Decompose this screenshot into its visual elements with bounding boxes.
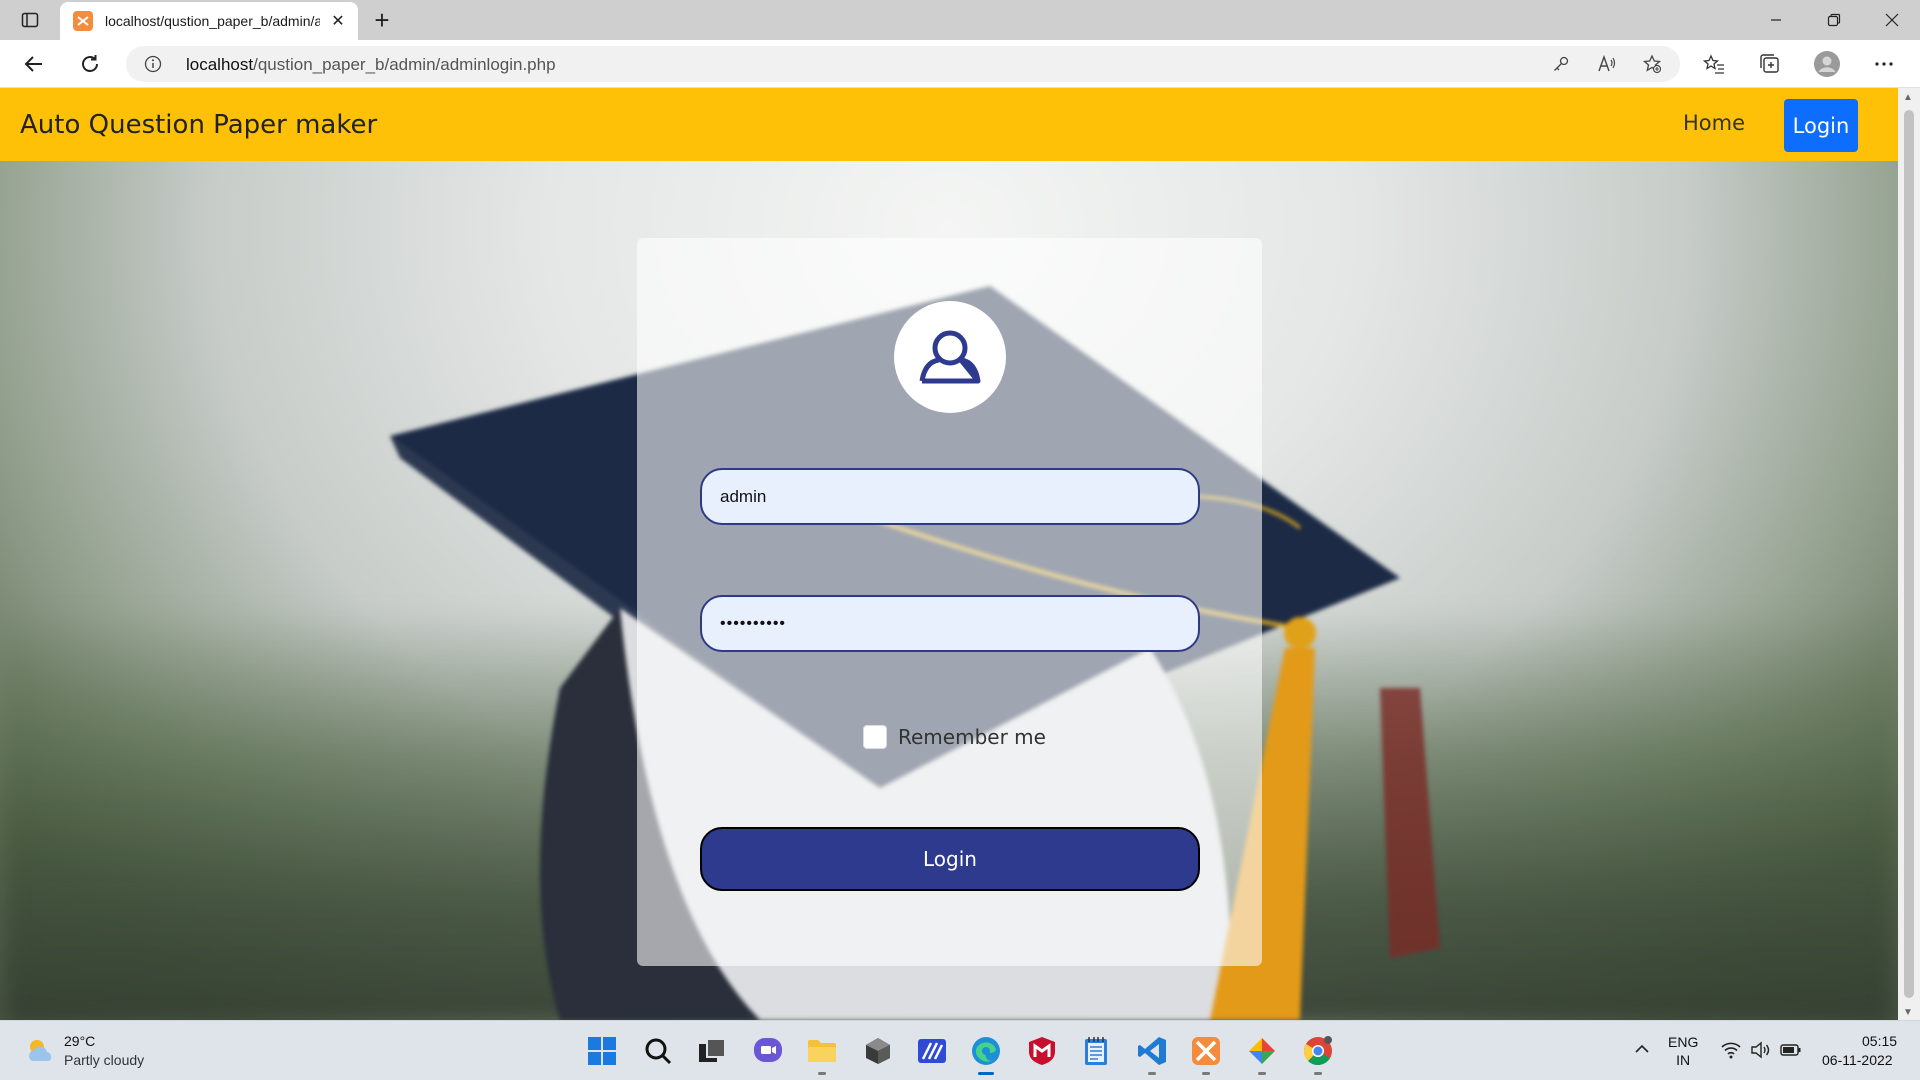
browser-tab-active[interactable]: localhost/qustion_paper_b/admin/adminlog…: [60, 2, 358, 40]
read-aloud-icon[interactable]: [1596, 53, 1618, 75]
tab-title: localhost/qustion_paper_b/admin/adminlog…: [105, 13, 320, 29]
close-tab-icon[interactable]: ✕: [328, 11, 348, 31]
browser-toolbar: localhost/qustion_paper_b/admin/adminlog…: [0, 40, 1920, 88]
favorites-icon[interactable]: [1700, 50, 1728, 78]
login-submit-button[interactable]: Login: [700, 827, 1200, 891]
vscode-icon[interactable]: [1134, 1033, 1170, 1075]
chevron-up-icon[interactable]: [1632, 1039, 1652, 1059]
weather-temperature[interactable]: 29°C: [64, 1033, 95, 1049]
weather-description[interactable]: Partly cloudy: [64, 1052, 144, 1068]
address-bar[interactable]: localhost/qustion_paper_b/admin/adminlog…: [126, 46, 1680, 82]
login-card: admin •••••••••• Remember me Login: [637, 238, 1262, 966]
close-window-icon[interactable]: [1864, 0, 1920, 40]
weather-partly-cloudy-icon[interactable]: [24, 1035, 56, 1067]
collections-icon[interactable]: [1756, 50, 1784, 78]
scroll-down-arrow-icon[interactable]: ▼: [1903, 1007, 1913, 1018]
site-navbar: Auto Question Paper maker Home Login: [0, 88, 1898, 161]
url-host: localhost: [186, 55, 254, 74]
xampp-icon[interactable]: [1188, 1033, 1224, 1075]
scroll-up-arrow-icon[interactable]: ▲: [1903, 92, 1913, 103]
back-icon[interactable]: [18, 48, 50, 80]
add-favorite-icon[interactable]: [1641, 53, 1663, 75]
language-region: IN: [1676, 1052, 1691, 1068]
remember-me-row: Remember me: [863, 725, 1046, 749]
more-options-icon[interactable]: [1870, 50, 1898, 78]
windows-taskbar: 29°C Partly cloudy ENG IN 05:15 06-11-20…: [0, 1020, 1920, 1080]
remember-me-checkbox[interactable]: [863, 725, 887, 749]
restore-icon[interactable]: [1806, 0, 1862, 40]
nav-home-link[interactable]: Home: [1683, 111, 1745, 135]
xampp-icon: [73, 11, 93, 31]
edge-icon[interactable]: [968, 1033, 1004, 1075]
running-indicator: [1258, 1072, 1266, 1075]
password-input[interactable]: ••••••••••: [700, 595, 1200, 652]
search-icon[interactable]: [640, 1033, 676, 1069]
refresh-icon[interactable]: [74, 48, 106, 80]
chrome-icon[interactable]: [1300, 1033, 1336, 1075]
nav-login-button[interactable]: Login: [1784, 99, 1858, 152]
profile-avatar[interactable]: [1813, 50, 1841, 78]
url-path: /qustion_paper_b/admin/adminlogin.php: [253, 55, 556, 74]
clock-date[interactable]: 06-11-2022: [1822, 1052, 1893, 1068]
key-icon[interactable]: [1550, 53, 1572, 75]
username-input[interactable]: admin: [700, 468, 1200, 525]
app-cube-icon[interactable]: [860, 1033, 896, 1069]
page-scrollbar[interactable]: ▲ ▼: [1898, 88, 1920, 1020]
running-indicator: [1314, 1072, 1322, 1075]
chat-icon[interactable]: [750, 1033, 786, 1069]
android-studio-icon[interactable]: [1244, 1033, 1280, 1075]
active-indicator: [978, 1072, 994, 1075]
tab-actions-icon[interactable]: [10, 4, 50, 36]
mcafee-icon[interactable]: [1024, 1033, 1060, 1069]
language-indicator[interactable]: ENG IN: [1668, 1033, 1698, 1069]
notepad-icon[interactable]: [1078, 1033, 1114, 1069]
user-icon: [894, 301, 1006, 413]
running-indicator: [1202, 1072, 1210, 1075]
volume-icon[interactable]: [1750, 1039, 1772, 1061]
language-code: ENG: [1668, 1034, 1699, 1050]
file-explorer-icon[interactable]: [804, 1033, 840, 1075]
site-info-icon[interactable]: [144, 55, 162, 73]
task-view-icon[interactable]: [694, 1033, 730, 1069]
wifi-icon[interactable]: [1720, 1039, 1742, 1061]
new-tab-icon[interactable]: +: [366, 4, 398, 36]
start-icon[interactable]: [584, 1033, 620, 1069]
site-brand[interactable]: Auto Question Paper maker: [20, 110, 377, 140]
browser-tab-bar: localhost/qustion_paper_b/admin/adminlog…: [0, 0, 1920, 40]
clock-time[interactable]: 05:15: [1862, 1033, 1897, 1049]
running-indicator: [1148, 1072, 1156, 1075]
running-indicator: [818, 1072, 826, 1075]
scroll-thumb[interactable]: [1904, 110, 1914, 998]
web-page: Auto Question Paper maker Home Login adm…: [0, 88, 1898, 1020]
minimize-icon[interactable]: [1748, 0, 1804, 40]
url-text: localhost/qustion_paper_b/admin/adminlog…: [186, 55, 556, 75]
remember-me-label[interactable]: Remember me: [898, 725, 1046, 749]
sticky-app-icon[interactable]: [914, 1033, 950, 1069]
battery-icon[interactable]: [1780, 1039, 1802, 1061]
